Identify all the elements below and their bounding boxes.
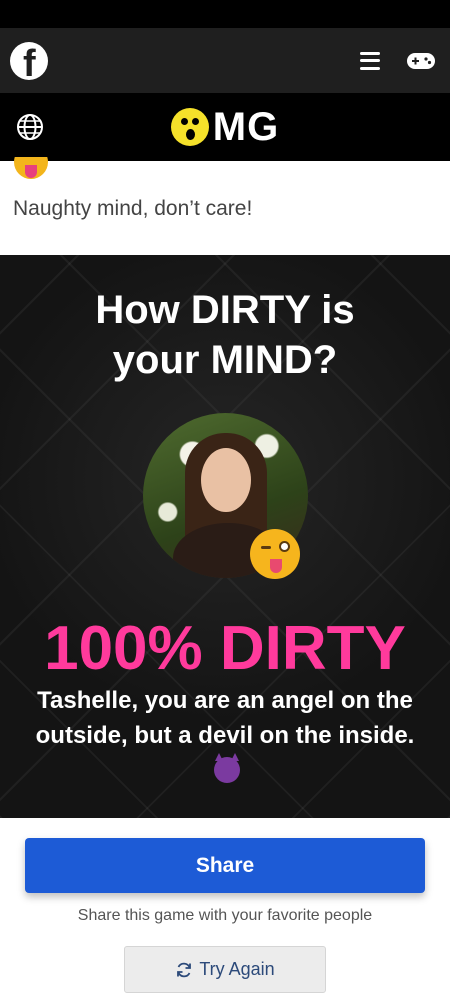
share-button[interactable]: Share — [25, 838, 425, 893]
facebook-icon[interactable]: f — [10, 41, 48, 80]
devil-emoji-icon — [214, 753, 240, 783]
menu-icon[interactable] — [360, 51, 380, 70]
result-description: Tashelle, you are an angel on the outsid… — [28, 683, 422, 788]
top-navigation: f — [0, 28, 450, 93]
winking-tongue-emoji-icon — [250, 529, 300, 579]
nav-actions — [360, 51, 436, 70]
result-description-text: Tashelle, you are an angel on the outsid… — [35, 687, 415, 749]
score-text: 100% DIRTY — [44, 614, 406, 683]
globe-icon[interactable] — [16, 113, 44, 141]
omg-logo[interactable]: MG — [170, 104, 280, 150]
logo-bar: MG — [0, 93, 450, 161]
result-title-line2: your MIND? — [112, 338, 338, 382]
surprised-face-icon — [170, 108, 209, 146]
result-title: How DIRTY is your MIND? — [0, 285, 450, 385]
refresh-icon — [177, 962, 192, 977]
tongue-emoji-icon — [14, 157, 48, 181]
try-again-label: Try Again — [199, 959, 275, 979]
result-title-line1: How DIRTY is — [95, 288, 355, 332]
share-subtext: Share this game with your favorite peopl… — [77, 907, 373, 924]
result-card: How DIRTY is your MIND? 100% DIRTY Tashe… — [0, 255, 450, 818]
gamepad-icon[interactable] — [406, 52, 436, 70]
selected-answer: Naughty mind, don’t care! — [0, 157, 450, 255]
logo-text: MG — [212, 104, 280, 149]
answer-text: Naughty mind, don’t care! — [13, 197, 253, 220]
status-bar — [0, 0, 450, 28]
try-again-button[interactable]: Try Again — [124, 946, 326, 993]
